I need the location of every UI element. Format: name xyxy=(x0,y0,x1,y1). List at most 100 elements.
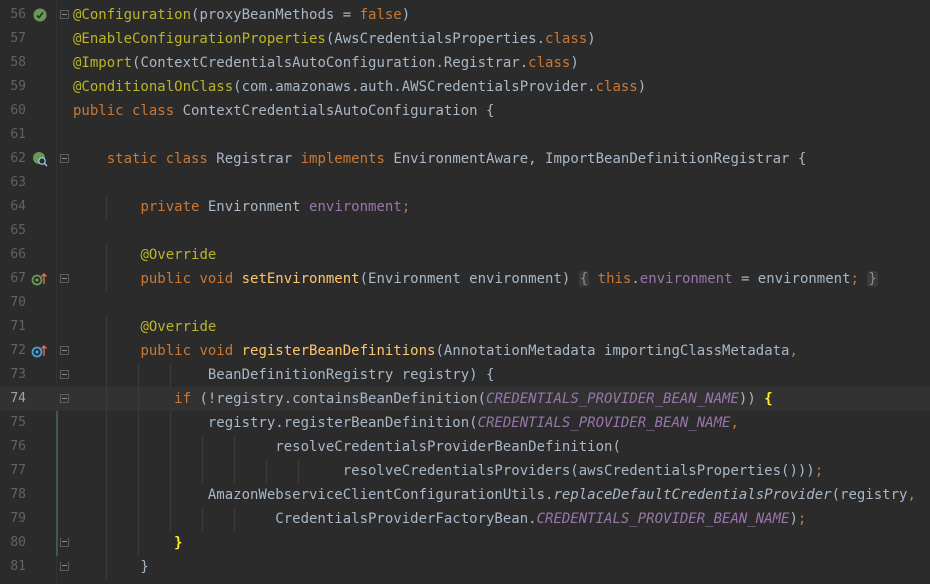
code-text[interactable]: @Configuration(proxyBeanMethods = false) xyxy=(73,3,410,27)
spring-bean-search-icon[interactable] xyxy=(32,151,48,167)
code-token: ) xyxy=(789,511,798,527)
code-line-81[interactable]: 81 } xyxy=(0,555,930,579)
fold-marker-icon[interactable] xyxy=(60,562,69,571)
code-text[interactable]: BeanDefinitionRegistry registry) { xyxy=(73,363,495,387)
line-number[interactable]: 66 xyxy=(0,247,26,263)
code-token: if xyxy=(174,391,200,407)
line-number[interactable]: 76 xyxy=(0,439,26,455)
spring-bean-icon[interactable] xyxy=(32,7,48,23)
fold-marker-icon[interactable] xyxy=(60,538,69,547)
line-number[interactable]: 77 xyxy=(0,463,26,479)
code-line-79[interactable]: 79 CredentialsProviderFactoryBean.CREDEN… xyxy=(0,507,930,531)
line-number[interactable]: 80 xyxy=(0,535,26,551)
code-line-63[interactable]: 63 xyxy=(0,171,930,195)
line-number[interactable]: 57 xyxy=(0,31,26,47)
code-text[interactable]: CredentialsProviderFactoryBean.CREDENTIA… xyxy=(73,507,806,531)
code-line-57[interactable]: 57 @EnableConfigurationProperties(AwsCred… xyxy=(0,27,930,51)
code-line-72[interactable]: 72 public void registerBeanDefinitions(A… xyxy=(0,339,930,363)
code-token: } xyxy=(73,559,149,575)
line-number[interactable]: 79 xyxy=(0,511,26,527)
code-line-65[interactable]: 65 xyxy=(0,219,930,243)
code-line-75[interactable]: 75 registry.registerBeanDefinition(CREDE… xyxy=(0,411,930,435)
code-text[interactable]: resolveCredentialsProviderBeanDefinition… xyxy=(73,435,621,459)
implements-method-icon[interactable] xyxy=(31,343,47,359)
code-line-73[interactable]: 73 BeanDefinitionRegistry registry) { xyxy=(0,363,930,387)
code-line-58[interactable]: 58 @Import(ContextCredentialsAutoConfigur… xyxy=(0,51,930,75)
code-text[interactable]: } xyxy=(73,531,183,555)
code-text[interactable]: public class ContextCredentialsAutoConfi… xyxy=(73,99,494,123)
code-line-70[interactable]: 70 xyxy=(0,291,930,315)
code-line-71[interactable]: 71 @Override xyxy=(0,315,930,339)
code-token: } xyxy=(174,535,183,551)
folded-region-placeholder[interactable]: } xyxy=(867,271,878,287)
code-text[interactable]: AmazonWebserviceClientConfigurationUtils… xyxy=(73,483,916,507)
implements-method-icon[interactable] xyxy=(31,271,47,287)
line-number[interactable]: 62 xyxy=(0,151,26,167)
line-number[interactable]: 65 xyxy=(0,223,26,239)
fold-marker-icon[interactable] xyxy=(60,370,69,379)
line-number[interactable]: 60 xyxy=(0,103,26,119)
code-line-77[interactable]: 77 resolveCredentialsProviders(awsCreden… xyxy=(0,459,930,483)
code-line-60[interactable]: 60 public class ContextCredentialsAutoCon… xyxy=(0,99,930,123)
line-number[interactable]: 56 xyxy=(0,7,26,23)
fold-marker-icon[interactable] xyxy=(60,10,69,19)
code-text[interactable]: @Import(ContextCredentialsAutoConfigurat… xyxy=(73,51,579,75)
code-editor[interactable]: 56 @Configuration(proxyBeanMethods = fals… xyxy=(0,0,930,584)
code-token: BeanDefinitionRegistry registry) { xyxy=(73,367,495,383)
folded-region-placeholder[interactable]: { xyxy=(578,271,590,287)
code-line-59[interactable]: 59 @ConditionalOnClass(com.amazonaws.auth… xyxy=(0,75,930,99)
code-line-61[interactable]: 61 xyxy=(0,123,930,147)
code-line-64[interactable]: 64 private Environment environment; xyxy=(0,195,930,219)
code-line-66[interactable]: 66 @Override xyxy=(0,243,930,267)
code-text[interactable]: @EnableConfigurationProperties(AwsCreden… xyxy=(73,27,596,51)
fold-marker-icon[interactable] xyxy=(60,346,69,355)
line-number[interactable]: 64 xyxy=(0,199,26,215)
code-text[interactable]: public void setEnvironment(Environment e… xyxy=(73,267,878,291)
code-text[interactable]: @ConditionalOnClass(com.amazonaws.auth.A… xyxy=(73,75,646,99)
line-number[interactable]: 75 xyxy=(0,415,26,431)
line-number[interactable]: 70 xyxy=(0,295,26,311)
code-text[interactable]: @Override xyxy=(73,243,216,267)
fold-marker-icon[interactable] xyxy=(60,394,69,403)
code-token: ; xyxy=(401,199,411,215)
code-token: CREDENTIALS_PROVIDER_BEAN_NAME xyxy=(486,391,739,407)
code-token: ) xyxy=(587,31,596,47)
code-line-74[interactable]: 74 if (!registry.containsBeanDefinition(… xyxy=(0,387,930,411)
line-number[interactable]: 72 xyxy=(0,343,26,359)
line-number[interactable]: 78 xyxy=(0,487,26,503)
code-token: (registry xyxy=(831,487,908,503)
line-number[interactable]: 74 xyxy=(0,391,26,407)
fold-marker-icon[interactable] xyxy=(60,154,69,163)
code-text[interactable]: static class Registrar implements Enviro… xyxy=(73,147,807,171)
line-number[interactable]: 81 xyxy=(0,559,26,575)
code-text[interactable]: private Environment environment; xyxy=(73,195,410,219)
code-text[interactable]: registry.registerBeanDefinition(CREDENTI… xyxy=(73,411,739,435)
code-line-80[interactable]: 80 } xyxy=(0,531,930,555)
code-line-78[interactable]: 78 AmazonWebserviceClientConfigurationUt… xyxy=(0,483,930,507)
line-number[interactable]: 63 xyxy=(0,175,26,191)
code-token: { xyxy=(764,391,773,407)
code-line-67[interactable]: 67 public void setEnvironment(Environmen… xyxy=(0,267,930,291)
line-number[interactable]: 58 xyxy=(0,55,26,71)
code-line-62[interactable]: 62 static class Registrar implements Env… xyxy=(0,147,930,171)
code-token: @Configuration xyxy=(73,7,192,23)
code-token: ; xyxy=(850,271,859,287)
code-text[interactable]: } xyxy=(73,555,149,579)
code-token: (com.amazonaws.auth.AWSCredentialsProvid… xyxy=(233,79,596,95)
fold-marker-icon[interactable] xyxy=(60,274,69,283)
code-token: ; xyxy=(797,511,807,527)
line-number[interactable]: 67 xyxy=(0,271,26,287)
code-line-56[interactable]: 56 @Configuration(proxyBeanMethods = fals… xyxy=(0,3,930,27)
code-text[interactable]: @Override xyxy=(73,315,216,339)
line-number[interactable]: 71 xyxy=(0,319,26,335)
line-number[interactable]: 61 xyxy=(0,127,26,143)
line-number[interactable]: 73 xyxy=(0,367,26,383)
code-token: this xyxy=(597,271,632,287)
code-text[interactable]: if (!registry.containsBeanDefinition(CRE… xyxy=(73,387,773,411)
code-line-76[interactable]: 76 resolveCredentialsProviderBeanDefinit… xyxy=(0,435,930,459)
code-text[interactable]: resolveCredentialsProviders(awsCredentia… xyxy=(73,459,823,483)
code-token: (Environment environment) xyxy=(359,271,579,287)
code-text[interactable]: public void registerBeanDefinitions(Anno… xyxy=(73,339,797,363)
line-number[interactable]: 59 xyxy=(0,79,26,95)
